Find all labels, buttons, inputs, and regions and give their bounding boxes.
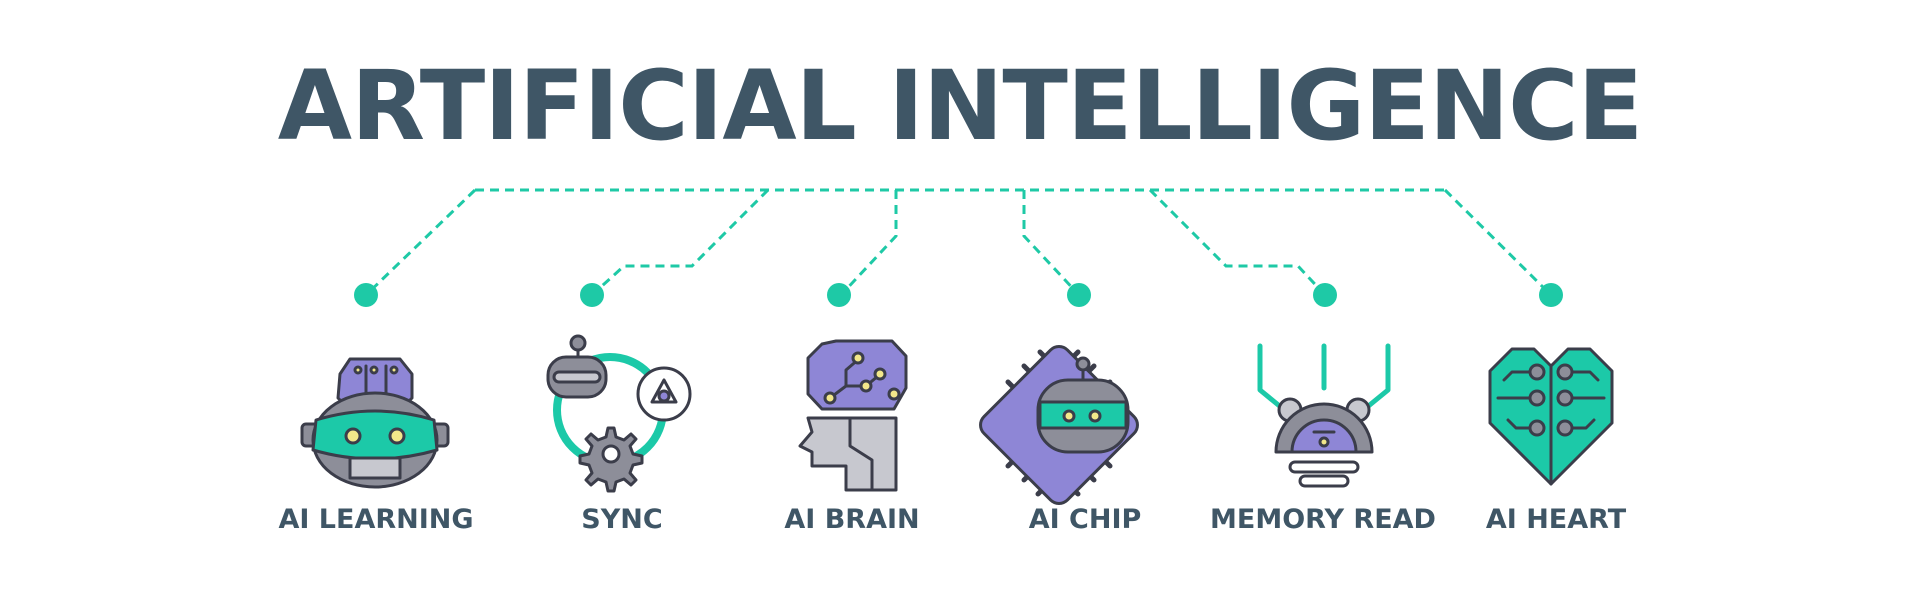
item-label-ai-chip: AI CHIP	[1028, 504, 1142, 535]
connector-dot-ai-chip	[1067, 283, 1091, 307]
connector-ai-brain	[839, 190, 898, 297]
connector-dots	[354, 283, 1563, 307]
head-circuit-brain-icon	[798, 339, 908, 492]
connector-ai-heart	[1443, 188, 1553, 297]
connector-dot-ai-heart	[1539, 283, 1563, 307]
connector-lines	[364, 188, 1553, 297]
connector-memory-read	[1148, 188, 1327, 297]
robot-memory-read-icon	[1257, 343, 1391, 488]
item-label-ai-learning: AI LEARNING	[278, 504, 474, 535]
item-label-ai-heart: AI HEART	[1485, 504, 1627, 535]
connector-dot-ai-learning	[354, 283, 378, 307]
robot-sync-gear-icon	[546, 334, 692, 493]
robot-chip-icon	[979, 345, 1139, 505]
connector-ai-chip	[1022, 190, 1081, 297]
item-label-memory-read: MEMORY READ	[1210, 504, 1436, 535]
connector-ai-learning	[364, 188, 477, 297]
connector-sync	[590, 188, 770, 297]
item-label-sync: SYNC	[581, 504, 663, 535]
robot-head-brain-icon	[300, 357, 450, 489]
connector-dot-memory-read	[1313, 283, 1337, 307]
connector-dot-ai-brain	[827, 283, 851, 307]
connector-dot-sync	[580, 283, 604, 307]
item-label-ai-brain: AI BRAIN	[784, 504, 920, 535]
circuit-heart-icon	[1488, 347, 1614, 486]
